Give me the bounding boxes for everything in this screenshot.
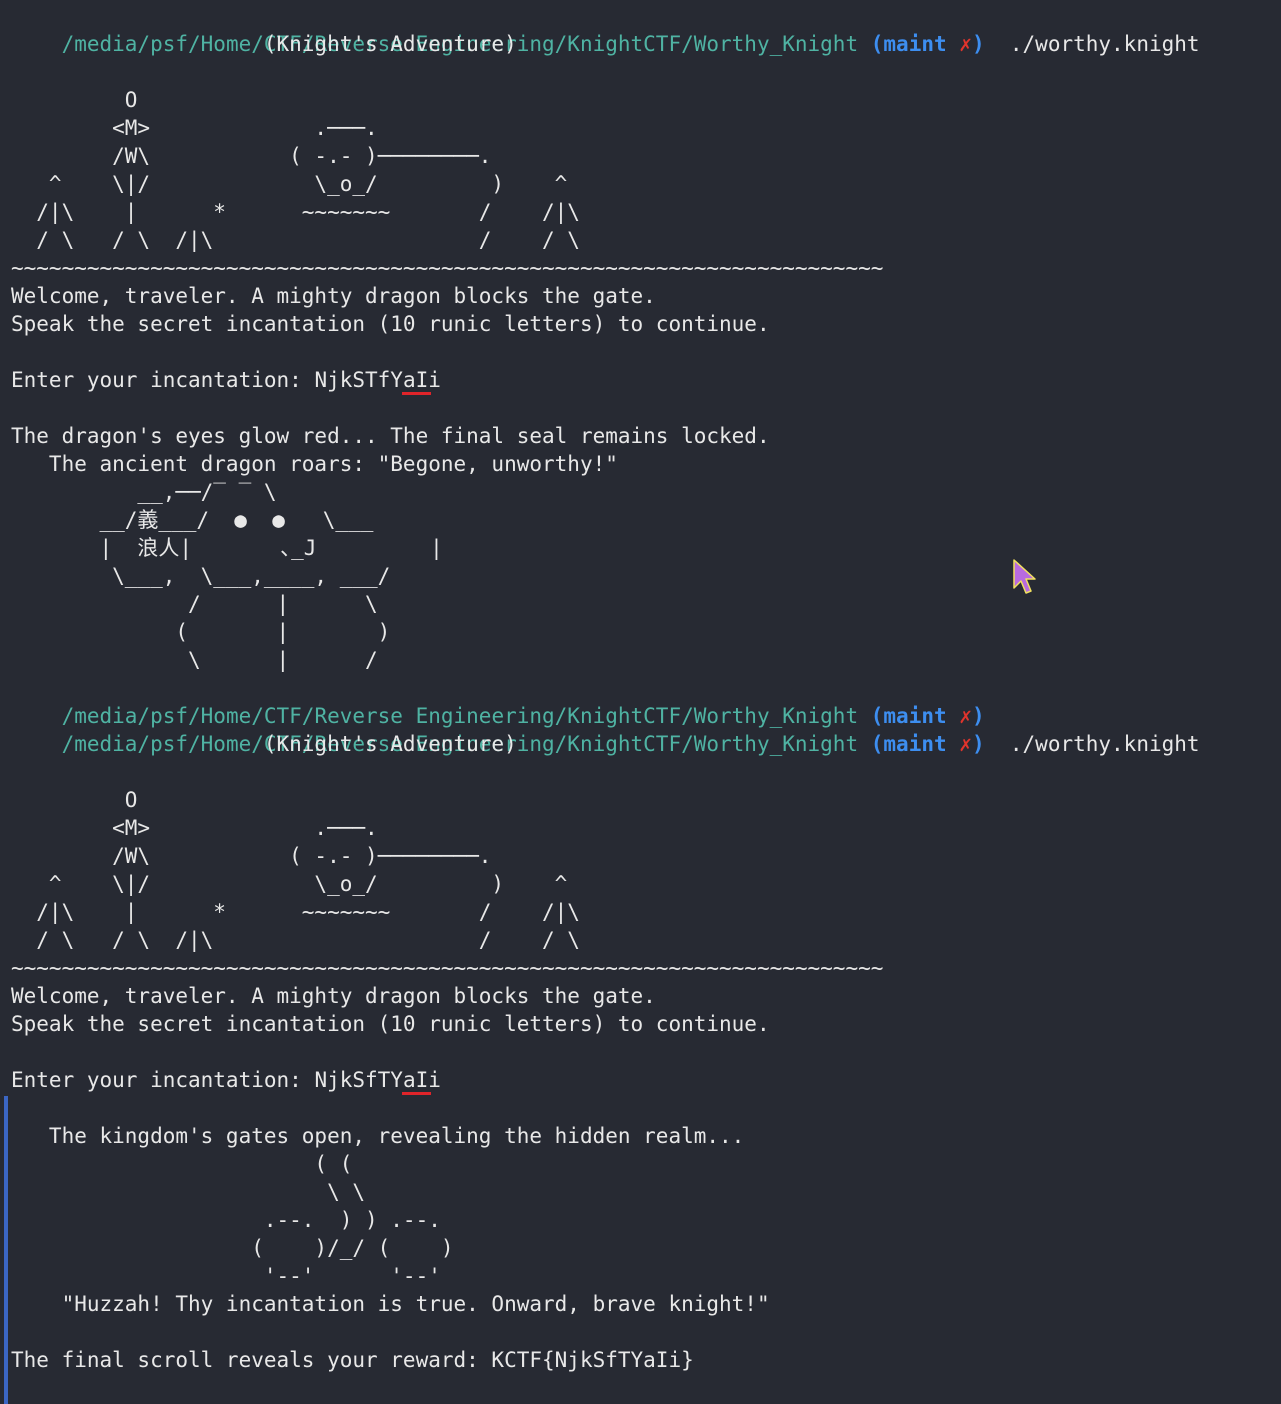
knight-art-line: ^ \|/ \_o_/ ) ^ <box>11 872 568 896</box>
banner-title: (Knight's Adventure) <box>11 732 517 756</box>
dragon-art-line: \ | / <box>11 648 378 672</box>
knight-art-line: <M> .───. <box>11 816 378 840</box>
divider: ~~~~~~~~~~~~~~~~~~~~~~~~~~~~~~~~~~~~~~~~… <box>11 956 884 980</box>
dirty-mark-icon: ✗ <box>959 732 972 756</box>
knight-art-line: /W\ ( -.- )────────. <box>11 844 492 868</box>
knight-art-line: /W\ ( -.- )────────. <box>11 144 492 168</box>
mouse-cursor-icon <box>1013 559 1036 594</box>
instruction-text: Speak the secret incantation (10 runic l… <box>11 1012 770 1036</box>
welcome-text: Welcome, traveler. A mighty dragon block… <box>11 984 656 1008</box>
incantation-line: Enter your incantation: NjkSfTYaIi <box>11 1066 441 1094</box>
dragon-art-line: | 浪人| ､_J | <box>11 536 443 560</box>
divider: ~~~~~~~~~~~~~~~~~~~~~~~~~~~~~~~~~~~~~~~~… <box>11 256 884 280</box>
cup-art-line: ( )/_/ ( ) <box>11 1236 454 1260</box>
success-message: The kingdom's gates open, revealing the … <box>11 1124 745 1148</box>
incantation-label: Enter your incantation: <box>11 368 315 392</box>
cup-art-line: .--. ) ) .--. <box>11 1208 441 1232</box>
command-text: ./worthy.knight <box>1009 732 1200 756</box>
incantation-line: Enter your incantation: NjkSTfYaIi <box>11 366 441 394</box>
incantation-value: NjkSfTYaIi <box>314 1068 441 1092</box>
knight-art-line: / \ / \ /|\ / / \ <box>11 228 580 252</box>
cup-art-line: '--' '--' <box>11 1264 441 1288</box>
instruction-text: Speak the secret incantation (10 runic l… <box>11 312 770 336</box>
spellcheck-underline <box>402 392 431 395</box>
dragon-roar: The ancient dragon roars: "Begone, unwor… <box>11 452 618 476</box>
knight-art-line: ^ \|/ \_o_/ ) ^ <box>11 172 568 196</box>
banner-title: (Knight's Adventure) <box>11 32 517 56</box>
dragon-art-line: __,──/‾ ‾ \ <box>11 480 277 504</box>
knight-art-line: /|\ | * ~~~~~~~ / /|\ <box>11 200 580 224</box>
git-branch: (maint ✗) <box>870 732 985 756</box>
prompt-line: /media/psf/Home/CTF/Reverse Engineering/… <box>11 702 1200 756</box>
dragon-art-line: ( | ) <box>11 620 391 644</box>
prompt-line: /media/psf/Home/CTF/Reverse Engineering/… <box>11 674 985 728</box>
huzzah-message: "Huzzah! Thy incantation is true. Onward… <box>11 1292 770 1316</box>
git-branch: (maint ✗) <box>870 32 985 56</box>
failure-message: The dragon's eyes glow red... The final … <box>11 424 770 448</box>
terminal-window[interactable]: /media/psf/Home/CTF/Reverse Engineering/… <box>0 0 1281 1404</box>
dragon-art-line: / | \ <box>11 592 378 616</box>
knight-art-line: O <box>11 88 138 112</box>
reward-flag: The final scroll reveals your reward: KC… <box>11 1348 694 1372</box>
prompt-line: /media/psf/Home/CTF/Reverse Engineering/… <box>11 2 1200 56</box>
dirty-mark-icon: ✗ <box>959 32 972 56</box>
cup-art-line: \ \ <box>11 1180 366 1204</box>
incantation-value: NjkSTfYaIi <box>314 368 441 392</box>
incantation-label: Enter your incantation: <box>11 1068 315 1092</box>
command-text: ./worthy.knight <box>1009 32 1200 56</box>
welcome-text: Welcome, traveler. A mighty dragon block… <box>11 284 656 308</box>
output-block-marker <box>4 1096 8 1404</box>
knight-art-line: O <box>11 788 138 812</box>
knight-art-line: <M> .───. <box>11 116 378 140</box>
dragon-art-line: \___, \___,____, ___/ <box>11 564 391 588</box>
spellcheck-underline <box>402 1092 431 1095</box>
cup-art-line: ( ( <box>11 1152 353 1176</box>
knight-art-line: / \ / \ /|\ / / \ <box>11 928 580 952</box>
knight-art-line: /|\ | * ~~~~~~~ / /|\ <box>11 900 580 924</box>
dragon-art-line: __/義___/ ● ● \___ <box>11 508 374 532</box>
